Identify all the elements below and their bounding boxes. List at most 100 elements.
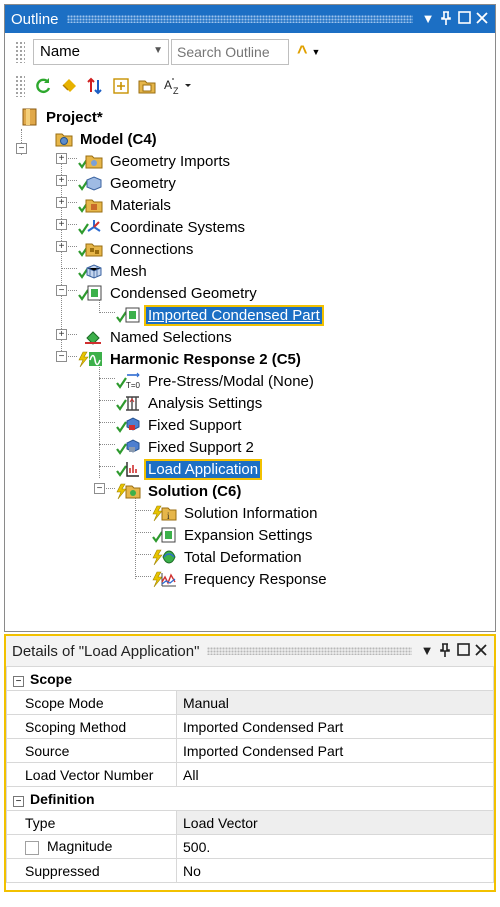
tree-node-model[interactable]: Model (C4)	[55, 129, 159, 149]
folder-icon[interactable]	[137, 76, 157, 96]
details-grid: − Scope Scope Mode Manual Scoping Method …	[6, 666, 494, 883]
property-row[interactable]: Source Imported Condensed Part	[6, 738, 494, 763]
outline-title-bar[interactable]: Outline ▼	[5, 5, 495, 33]
tree-node-fixed-support[interactable]: Fixed Support	[115, 415, 243, 435]
tree-node-load-application[interactable]: Load Application	[115, 458, 263, 480]
expand-materials-icon[interactable]: +	[56, 197, 67, 208]
collapse-model-icon[interactable]: −	[16, 143, 27, 154]
tree-node-named-selections[interactable]: Named Selections	[77, 327, 234, 347]
dropdown-icon[interactable]: ▼	[421, 12, 435, 26]
tree-node-mesh[interactable]: Mesh	[77, 261, 149, 281]
collapse-scope-icon[interactable]: −	[13, 675, 24, 687]
property-value[interactable]: All	[176, 762, 494, 787]
toolbar-gripper-2[interactable]	[15, 75, 25, 97]
collapse-harmonic-response-icon[interactable]: −	[56, 351, 67, 362]
tree-node-project[interactable]: Project*	[21, 107, 105, 127]
tree-node-imported-condensed-part[interactable]: Imported Condensed Part	[115, 304, 324, 326]
filter-type-combo[interactable]: Name ▼	[33, 39, 169, 65]
property-value[interactable]: Manual	[176, 690, 494, 715]
expand-geometry-icon[interactable]: +	[56, 175, 67, 186]
close-icon[interactable]	[475, 11, 489, 27]
scope-category[interactable]: − Scope	[6, 666, 494, 691]
connections-icon	[77, 240, 103, 258]
chevron-down-icon: ▼	[153, 45, 163, 56]
title-grip[interactable]	[66, 15, 413, 23]
property-key: Magnitude	[47, 838, 113, 855]
tree-node-fixed-support-2[interactable]: Fixed Support 2	[115, 437, 256, 457]
expand-coordinate-systems-icon[interactable]: +	[56, 219, 67, 230]
details-panel: Details of "Load Application" ▼ − Scope S…	[4, 634, 496, 892]
expand-connections-icon[interactable]: +	[56, 241, 67, 252]
mesh-icon	[77, 262, 102, 280]
solution-information-icon: i	[151, 504, 177, 522]
tree-node-geometry-imports[interactable]: Geometry Imports	[77, 151, 232, 171]
magnitude-parameter-checkbox[interactable]	[25, 840, 39, 855]
filter-type-value: Name	[40, 43, 81, 60]
property-row[interactable]: Type Load Vector	[6, 810, 494, 835]
fixed-support-2-icon	[115, 438, 140, 456]
property-row[interactable]: Scoping Method Imported Condensed Part	[6, 714, 494, 739]
details-close-icon[interactable]	[474, 643, 488, 659]
expand-all-icon[interactable]	[111, 76, 131, 96]
details-pin-icon[interactable]	[438, 642, 452, 660]
expand-named-selections-icon[interactable]: +	[56, 329, 67, 340]
collapse-definition-icon[interactable]: −	[13, 795, 24, 807]
details-title-grip[interactable]	[207, 647, 412, 655]
search-input[interactable]	[171, 39, 289, 65]
property-key: Suppressed	[6, 858, 177, 883]
fixed-support-icon	[115, 416, 140, 434]
sort-icon[interactable]	[85, 76, 105, 96]
property-row[interactable]: Load Vector Number All	[6, 762, 494, 787]
tree-node-analysis-settings[interactable]: Analysis Settings	[115, 393, 264, 413]
sort-alpha-icon[interactable]: AZ	[163, 76, 193, 96]
property-value[interactable]: 500.	[176, 834, 494, 859]
tree-node-coordinate-systems[interactable]: Coordinate Systems	[77, 217, 247, 237]
tree-node-connections[interactable]: Connections	[77, 239, 195, 259]
tree-node-solution-information[interactable]: i Solution Information	[151, 503, 319, 523]
expansion-settings-icon	[151, 526, 176, 544]
collapse-solution-icon[interactable]: −	[94, 483, 105, 494]
maximize-icon[interactable]	[457, 11, 471, 27]
pre-stress-icon: T=0	[115, 372, 141, 390]
materials-icon	[77, 196, 103, 214]
property-row[interactable]: Magnitude 500.	[6, 834, 494, 859]
tree-node-expansion-settings[interactable]: Expansion Settings	[151, 525, 314, 545]
property-key: Load Vector Number	[6, 762, 177, 787]
property-row[interactable]: Scope Mode Manual	[6, 690, 494, 715]
collapse-condensed-geometry-icon[interactable]: −	[56, 285, 67, 296]
search-options-icon[interactable]: ▼	[312, 47, 321, 57]
details-title-bar[interactable]: Details of "Load Application" ▼	[6, 636, 494, 666]
tree-node-geometry[interactable]: Geometry	[77, 173, 178, 193]
tree-node-solution[interactable]: Solution (C6)	[115, 481, 243, 501]
property-row[interactable]: Suppressed No	[6, 858, 494, 883]
tree-node-pre-stress[interactable]: T=0 Pre-Stress/Modal (None)	[115, 371, 316, 391]
refresh-icon[interactable]	[33, 76, 53, 96]
tree-node-frequency-response[interactable]: Frequency Response	[151, 569, 329, 589]
tree-node-materials[interactable]: Materials	[77, 195, 173, 215]
eraser-icon[interactable]	[59, 76, 79, 96]
project-icon	[21, 108, 39, 126]
property-value[interactable]: Imported Condensed Part	[176, 714, 494, 739]
imported-condensed-part-icon	[115, 306, 140, 324]
tree-node-harmonic-response[interactable]: Harmonic Response 2 (C5)	[77, 349, 303, 369]
details-maximize-icon[interactable]	[456, 643, 470, 659]
condensed-geometry-icon	[77, 284, 102, 302]
property-key: Type	[6, 810, 177, 835]
definition-category[interactable]: − Definition	[6, 786, 494, 811]
property-key: Scoping Method	[6, 714, 177, 739]
tree-node-condensed-geometry[interactable]: Condensed Geometry	[77, 283, 259, 303]
property-value[interactable]: Imported Condensed Part	[176, 738, 494, 763]
outline-panel: Outline ▼ Name ▼ ^ ▼	[4, 4, 496, 632]
toolbar-gripper[interactable]	[15, 41, 25, 63]
pin-icon[interactable]	[439, 10, 453, 28]
svg-text:Z: Z	[173, 86, 179, 95]
expand-geometry-imports-icon[interactable]: +	[56, 153, 67, 164]
property-value[interactable]: Load Vector	[176, 810, 494, 835]
named-selections-icon	[77, 328, 101, 346]
property-value[interactable]: No	[176, 858, 494, 883]
property-key: Scope Mode	[6, 690, 177, 715]
search-up-icon[interactable]: ^	[297, 42, 308, 63]
tree-node-total-deformation[interactable]: Total Deformation	[151, 547, 304, 567]
load-application-icon	[115, 460, 139, 478]
details-dropdown-icon[interactable]: ▼	[420, 644, 434, 658]
